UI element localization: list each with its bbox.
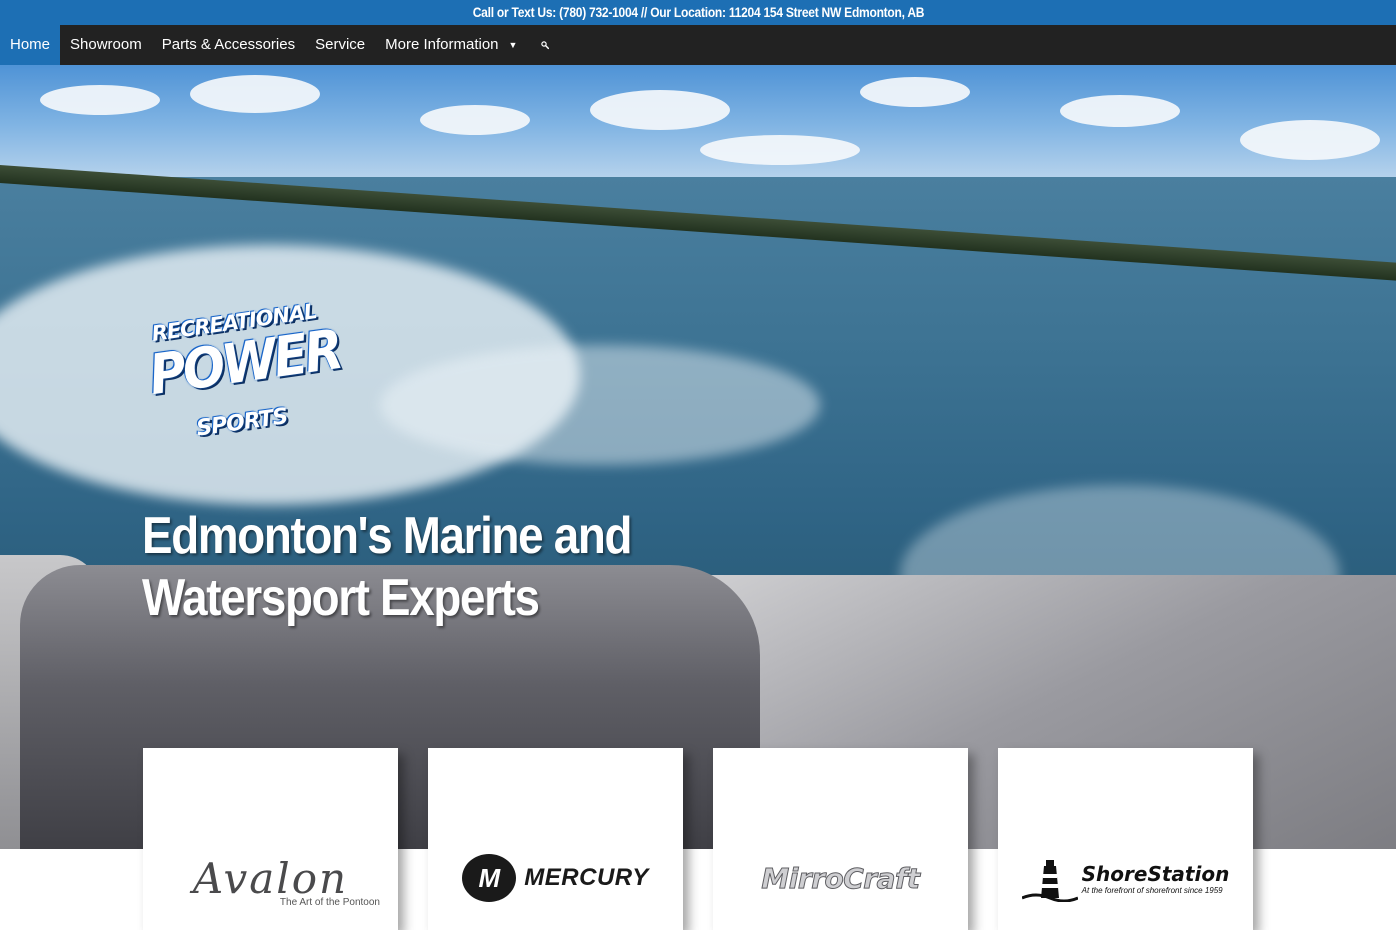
contact-info-text: Call or Text Us: (780) 732-1004 // Our L…: [472, 4, 924, 20]
recreational-power-sports-logo[interactable]: RECREATIONAL POWER SPORTS: [135, 295, 344, 464]
mercury-badge-icon: M: [462, 854, 517, 902]
cloud: [1060, 95, 1180, 127]
lighthouse-icon: [1021, 860, 1078, 902]
brand-name: ShoreStation: [1081, 861, 1230, 886]
search-icon[interactable]: [527, 25, 557, 65]
cloud: [860, 77, 970, 107]
main-navigation: Home Showroom Parts & Accessories Servic…: [0, 25, 1396, 65]
brand-card-mercury[interactable]: M MERCURY: [428, 748, 683, 930]
mirrocraft-logo: MirroCraft: [713, 848, 968, 908]
cloud: [420, 105, 530, 135]
mercury-logo: M MERCURY: [428, 848, 683, 908]
brand-name: MirroCraft: [761, 861, 921, 895]
hero-headline: Edmonton's Marine and Watersport Experts: [142, 505, 632, 629]
headline-line1: Edmonton's Marine and: [142, 507, 632, 565]
cloud: [40, 85, 160, 115]
brand-name: Avalon: [192, 853, 349, 903]
brand-tagline: The Art of the Pontoon: [279, 897, 380, 908]
cloud: [700, 135, 860, 165]
brand-card-avalon[interactable]: Avalon The Art of the Pontoon: [143, 748, 398, 930]
logo-text-line3: SPORTS: [194, 404, 289, 442]
nav-item-label: Showroom: [70, 36, 142, 53]
wake-foam: [380, 345, 820, 465]
nav-item-parts-accessories[interactable]: Parts & Accessories: [152, 25, 305, 65]
top-info-bar: Call or Text Us: (780) 732-1004 // Our L…: [0, 0, 1396, 25]
nav-item-service[interactable]: Service: [305, 25, 375, 65]
nav-item-label: More Information: [385, 36, 499, 53]
caret-down-icon: ▼: [508, 40, 518, 50]
nav-item-showroom[interactable]: Showroom: [60, 25, 152, 65]
nav-item-home[interactable]: Home: [0, 25, 61, 65]
cloud: [1240, 120, 1380, 160]
nav-item-label: Home: [10, 36, 51, 53]
nav-item-more-information[interactable]: More Information ▼: [375, 25, 527, 65]
brand-card-shorestation[interactable]: ShoreStation At the forefront of shorefr…: [998, 748, 1253, 930]
nav-item-label: Service: [315, 36, 366, 53]
mercury-badge-letter: M: [478, 862, 501, 893]
cloud: [590, 90, 730, 130]
brand-card-mirrocraft[interactable]: MirroCraft: [713, 748, 968, 930]
brand-tagline: At the forefront of shorefront since 195…: [1081, 885, 1223, 895]
cloud: [190, 75, 320, 113]
brand-name: MERCURY: [524, 864, 649, 891]
headline-line2: Watersport Experts: [142, 569, 540, 627]
avalon-logo: Avalon The Art of the Pontoon: [143, 848, 398, 909]
shorestation-logo: ShoreStation At the forefront of shorefr…: [998, 848, 1253, 908]
hero-banner: RECREATIONAL POWER SPORTS Edmonton's Mar…: [0, 65, 1396, 849]
nav-item-label: Parts & Accessories: [161, 36, 296, 53]
